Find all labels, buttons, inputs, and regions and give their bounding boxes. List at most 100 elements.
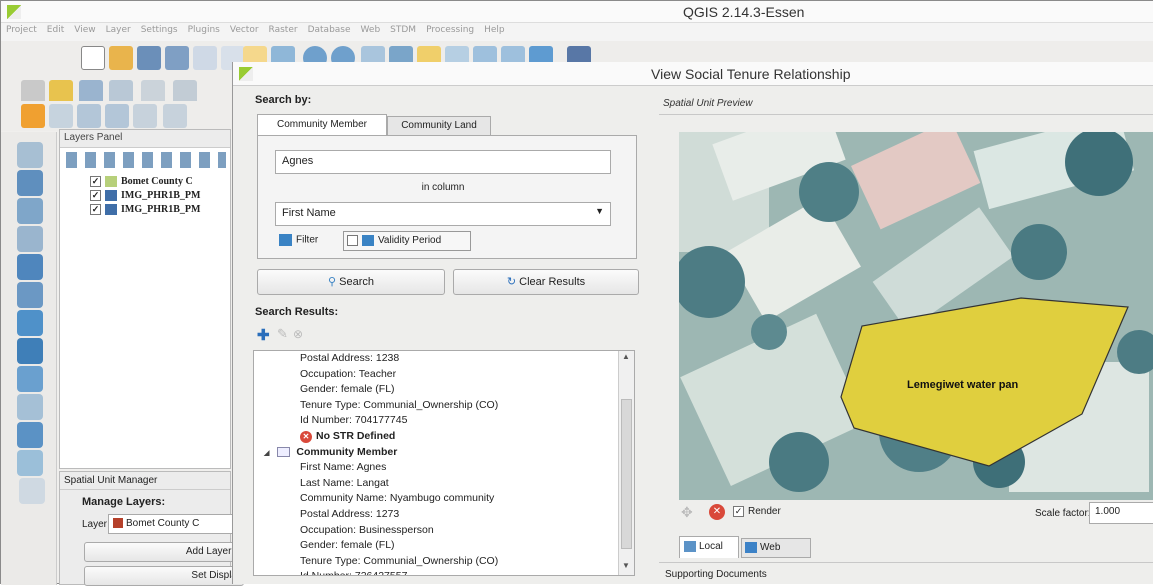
result-text: Occupation: Businessperson [300, 523, 434, 536]
menu-item[interactable]: STDM [385, 24, 421, 36]
filter-toggle[interactable]: Filter [279, 234, 318, 246]
open-project-icon[interactable] [109, 46, 133, 70]
search-button-label: Search [339, 276, 374, 288]
result-row[interactable]: Id Number: 704177745 [254, 413, 618, 429]
menu-item[interactable]: Layer [101, 24, 136, 36]
menu-item[interactable]: Settings [136, 24, 183, 36]
layer-visible-checkbox[interactable]: ✓ [90, 204, 101, 216]
set-display-button[interactable]: Set Displa [84, 566, 244, 586]
result-row[interactable]: Tenure Type: Communial_Ownership (CO) [254, 554, 618, 570]
new-spatialite-icon[interactable] [17, 450, 43, 476]
menu-item[interactable]: Help [479, 24, 510, 36]
scroll-up-icon[interactable]: ▲ [622, 352, 630, 361]
stdm-forward-icon[interactable] [105, 104, 129, 128]
tab-local[interactable]: Local [679, 536, 739, 558]
layers-panel-title: Layers Panel [60, 130, 230, 148]
add-virtual-layer-icon[interactable] [19, 478, 45, 504]
menu-item[interactable]: Web [356, 24, 386, 36]
layer-row-1[interactable]: ✓ Bomet County C [90, 176, 193, 189]
stdm-logo-icon[interactable] [21, 104, 45, 128]
layer-row-3[interactable]: ✓ IMG_PHR1B_PM [90, 204, 200, 217]
add-icon[interactable]: ✚ [257, 326, 270, 344]
add-mssql-layer-icon[interactable] [17, 254, 43, 280]
column-select[interactable]: First Name ▼ [275, 202, 611, 226]
save-as-icon[interactable] [165, 46, 189, 70]
add-wfs-layer-icon[interactable] [17, 366, 43, 392]
preview-divider [659, 114, 1153, 115]
result-row[interactable]: Postal Address: 1238 [254, 351, 618, 367]
result-text: Last Name: Langat [300, 476, 389, 489]
layer-select[interactable]: Bomet County C [108, 514, 238, 534]
menu-item[interactable]: Raster [264, 24, 303, 36]
stdm-tool-icon[interactable] [133, 104, 157, 128]
tab-community-land[interactable]: Community Land [387, 116, 491, 136]
dialog-title: View Social Tenure Relationship [651, 66, 851, 82]
result-row[interactable]: Gender: female (FL) [254, 538, 618, 554]
layers-panel-toolbar[interactable] [66, 152, 226, 168]
search-results-tree[interactable]: Postal Address: 1238 Occupation: Teacher G… [253, 350, 635, 576]
add-wms-layer-icon[interactable] [17, 310, 43, 336]
stdm-tool-2-icon[interactable] [163, 104, 187, 128]
stdm-back-icon[interactable] [77, 104, 101, 128]
result-row[interactable]: Id Number: 726427557 [254, 569, 618, 575]
validity-checkbox[interactable] [347, 235, 358, 246]
add-oracle-layer-icon[interactable] [17, 282, 43, 308]
zoom-extent-icon[interactable]: ✥ [681, 504, 699, 520]
layer-visible-checkbox[interactable]: ✓ [90, 190, 101, 202]
result-text: Community Name: Nyambugo community [300, 492, 495, 505]
result-row[interactable]: Tenure Type: Communial_Ownership (CO) [254, 398, 618, 414]
result-row[interactable]: Occupation: Businessperson [254, 523, 618, 539]
result-row[interactable]: Last Name: Langat [254, 476, 618, 492]
layers-panel: Layers Panel ✓ Bomet County C ✓ IMG_PHR1B_… [59, 129, 231, 469]
add-delimited-text-icon[interactable] [17, 394, 43, 420]
tab-web[interactable]: Web [741, 538, 811, 558]
menu-item[interactable]: Plugins [183, 24, 225, 36]
render-toggle[interactable]: ✓ Render [733, 506, 781, 517]
result-row[interactable]: Occupation: Teacher [254, 367, 618, 383]
add-raster-layer-icon[interactable] [17, 170, 43, 196]
result-row[interactable]: ◢ Community Member [254, 445, 618, 461]
add-postgis-layer-icon[interactable] [17, 198, 43, 224]
new-shapefile-icon[interactable] [17, 422, 43, 448]
new-print-composer-icon[interactable] [193, 46, 217, 70]
add-vector-layer-icon[interactable] [17, 142, 43, 168]
result-row[interactable]: Community Name: Nyambugo community [254, 491, 618, 507]
menu-item[interactable]: Vector [225, 24, 264, 36]
scroll-down-icon[interactable]: ▼ [622, 561, 630, 570]
add-spatialite-layer-icon[interactable] [17, 226, 43, 252]
spatial-unit-map[interactable]: Lemegiwet water pan [679, 132, 1153, 500]
result-row[interactable]: ✕ No STR Defined [254, 429, 618, 445]
add-layer-button[interactable]: Add Layer t [84, 542, 244, 562]
result-row[interactable]: Gender: female (FL) [254, 382, 618, 398]
results-scrollbar[interactable]: ▲ ▼ [618, 351, 634, 575]
scrollbar-thumb[interactable] [621, 399, 632, 549]
menu-item[interactable]: Processing [421, 24, 479, 36]
search-button[interactable]: ⚲ Search [257, 269, 445, 295]
menu-item[interactable]: Project [1, 24, 42, 36]
new-project-icon[interactable] [81, 46, 105, 70]
result-row[interactable]: First Name: Agnes [254, 460, 618, 476]
expand-arrow-icon[interactable]: ◢ [264, 450, 269, 457]
layer-visible-checkbox[interactable]: ✓ [90, 176, 101, 188]
clear-results-button[interactable]: ↻ Clear Results [453, 269, 639, 295]
add-wcs-layer-icon[interactable] [17, 338, 43, 364]
qgis-titlebar: QGIS 2.14.3-Essen [1, 1, 1153, 23]
tab-community-member[interactable]: Community Member [257, 114, 387, 136]
menu-item[interactable]: Edit [42, 24, 69, 36]
search-input[interactable]: Agnes [275, 150, 611, 174]
save-project-icon[interactable] [137, 46, 161, 70]
menu-item[interactable]: View [69, 24, 100, 36]
menu-item[interactable]: Database [303, 24, 356, 36]
results-list: Postal Address: 1238 Occupation: Teacher G… [254, 351, 618, 575]
stdm-undo-icon[interactable] [49, 104, 73, 128]
scale-factor-input[interactable]: 1.000 [1089, 502, 1153, 524]
edit-icon[interactable]: ✎ [277, 326, 288, 342]
column-select-value: First Name [282, 207, 336, 219]
result-row[interactable]: Postal Address: 1273 [254, 507, 618, 523]
layer-row-2[interactable]: ✓ IMG_PHR1B_PM [90, 190, 200, 203]
validity-period-toggle[interactable]: Validity Period [343, 231, 471, 251]
remove-preview-icon[interactable]: ✕ [709, 504, 725, 520]
supporting-divider [659, 562, 1153, 563]
remove-icon[interactable]: ⊗ [293, 327, 303, 341]
render-checkbox[interactable]: ✓ [733, 506, 744, 517]
